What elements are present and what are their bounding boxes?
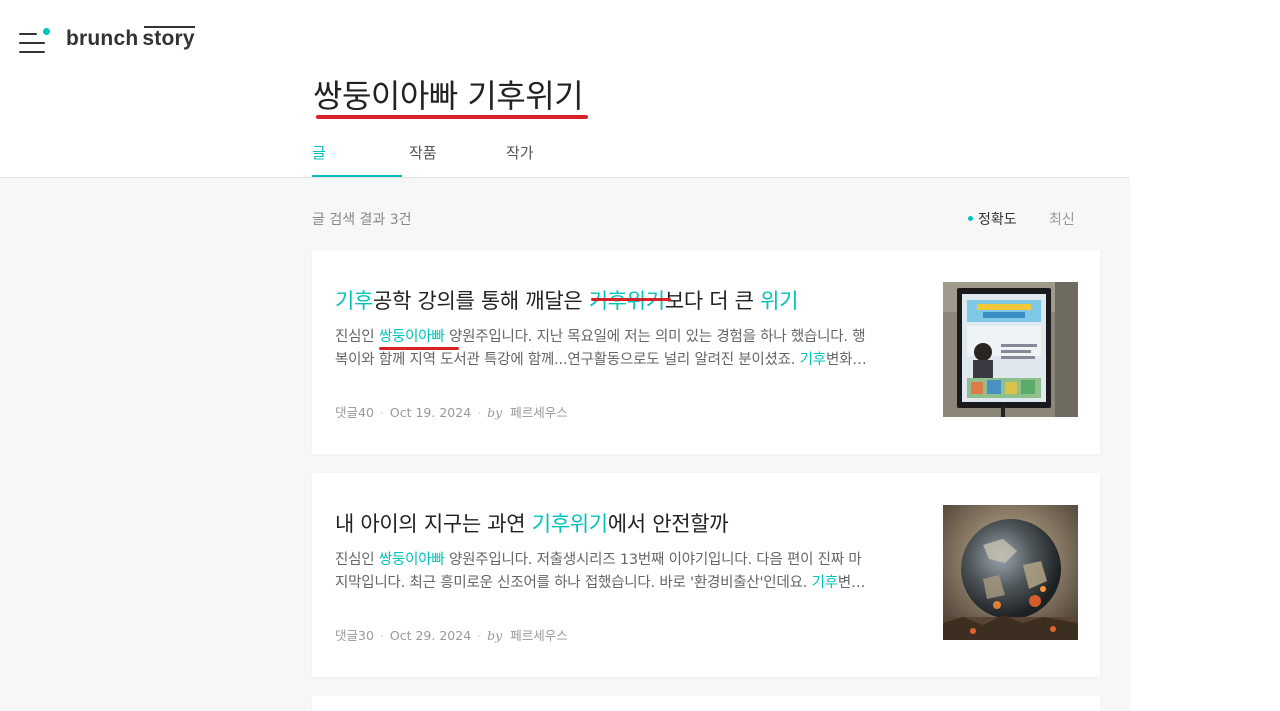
tab-posts[interactable]: 글 <box>312 142 326 163</box>
tab-works[interactable]: 작품 <box>409 142 437 163</box>
results-background-edge <box>1100 248 1124 711</box>
burning-earth-image[interactable] <box>943 505 1078 640</box>
article-card[interactable] <box>312 696 1100 711</box>
menu-icon[interactable] <box>19 28 51 56</box>
sort-selected-dot <box>968 216 973 221</box>
annotation-underline-title <box>316 115 588 119</box>
article-card[interactable]: 내 아이의 지구는 과연 기후위기에서 안전할까 진심인 쌍둥이아빠 양원주입니… <box>312 473 1100 677</box>
sort-accuracy[interactable]: 정확도 <box>978 209 1017 229</box>
brunch-story-logo[interactable]: brunch story <box>66 27 195 51</box>
article-title[interactable]: 내 아이의 지구는 과연 기후위기에서 안전할까 <box>335 508 729 538</box>
article-summary: 진심인 쌍둥이아빠 양원주입니다. 저출생시리즈 13번째 이야기입니다. 다음… <box>335 552 866 591</box>
article-meta: 댓글40 · Oct 19. 2024 · by 페르세우스 <box>335 405 568 420</box>
article-date: Oct 29. 2024 <box>389 628 472 643</box>
article-meta: 댓글30 · Oct 29. 2024 · by 페르세우스 <box>335 628 568 643</box>
comment-count: 댓글30 <box>335 628 374 643</box>
article-title[interactable]: 기후공학 강의를 통해 깨달은 기후위기보다 더 큰 위기 <box>335 285 798 315</box>
search-query-title[interactable]: 쌍둥이아빠 기후위기 <box>313 71 584 117</box>
result-count: 글 검색 결과 3건 <box>312 212 412 228</box>
author-name[interactable]: 페르세우스 <box>510 405 568 420</box>
article-date: Oct 19. 2024 <box>389 405 472 420</box>
sort-latest[interactable]: 최신 <box>1049 209 1075 229</box>
article-card[interactable]: 기후공학 강의를 통해 깨달은 기후위기보다 더 큰 위기 진심인 쌍둥이아빠 … <box>312 250 1100 454</box>
tab-authors[interactable]: 작가 <box>506 142 534 163</box>
author-name[interactable]: 페르세우스 <box>510 628 568 643</box>
comment-count: 댓글40 <box>335 405 374 420</box>
climate-lecture-poster-image[interactable] <box>943 282 1078 417</box>
annotation-underline-author <box>379 347 459 350</box>
annotation-underline-keyword <box>591 298 671 301</box>
header-divider <box>0 177 1130 178</box>
